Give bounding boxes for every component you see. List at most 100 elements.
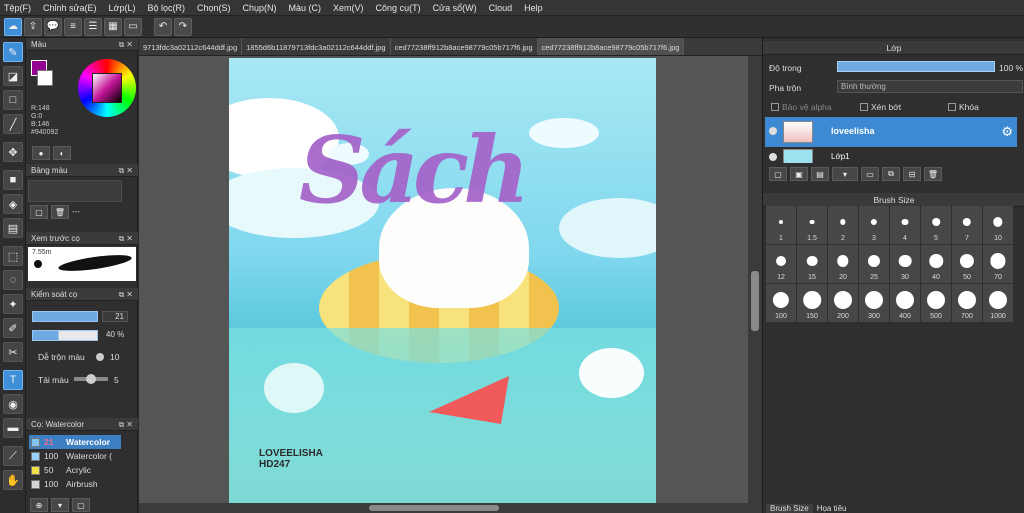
brush-tool-icon[interactable]: ✎ (3, 42, 23, 62)
lock-checkbox[interactable]: Khóa (948, 102, 979, 112)
brush-opacity-slider[interactable] (32, 330, 98, 341)
line-tool-icon[interactable]: ╱ (3, 114, 23, 134)
layer-add-menu-icon[interactable]: ▾ (832, 167, 858, 181)
brush-size-cell[interactable]: 150 (797, 284, 827, 322)
brush-size-cell[interactable]: 100 (766, 284, 796, 322)
bucket-tool-icon[interactable]: ◈ (3, 194, 23, 214)
menu-item[interactable]: Cloud (489, 3, 513, 13)
brush-size-slider[interactable] (32, 311, 98, 322)
brush-size-cell[interactable]: 7 (952, 206, 982, 244)
brush-size-cell[interactable]: 4 (890, 206, 920, 244)
menu-item[interactable]: Lớp(L) (109, 3, 136, 13)
menu-item[interactable]: Help (524, 3, 543, 13)
brush-size-cell[interactable]: 1000 (983, 284, 1013, 322)
gear-icon[interactable]: ⚙ (1001, 124, 1013, 140)
chat-icon[interactable]: 💬 (44, 17, 62, 36)
layer-row[interactable]: Lớp1 (765, 147, 1017, 163)
menu-item[interactable]: Xem(V) (333, 3, 364, 13)
panel-tab[interactable]: Họa tiêu (813, 504, 851, 513)
eye-icon[interactable] (769, 153, 777, 161)
brush-size-cell[interactable]: 70 (983, 245, 1013, 283)
layers-list-icon[interactable]: ☰ (84, 17, 102, 36)
brush-item[interactable]: 100 Watercolor ( (29, 449, 121, 463)
select-eraser-icon[interactable]: ✂ (3, 342, 23, 362)
bucket-alt-icon[interactable]: ◉ (3, 394, 23, 414)
brush-size-cell[interactable]: 500 (921, 284, 951, 322)
folder-icon[interactable]: ▭ (861, 167, 879, 181)
grid-icon[interactable]: ▦ (104, 17, 122, 36)
brush-size-cell[interactable]: 1.5 (797, 206, 827, 244)
menu-item[interactable]: Màu (C) (289, 3, 322, 13)
document-tab[interactable]: ced77238ff912b8ace98779c05b717f6.jpg (537, 38, 685, 55)
brush-size-cell[interactable]: 1 (766, 206, 796, 244)
color-mode-a-icon[interactable]: ● (32, 146, 50, 160)
duplicate-layer-icon[interactable]: ⧉ (882, 167, 900, 181)
brush-item[interactable]: 21 Watercolor (29, 435, 121, 449)
brush-size-cell[interactable]: 5 (921, 206, 951, 244)
palette-area[interactable] (28, 180, 122, 202)
menu-item[interactable]: Chỉnh sửa(E) (43, 3, 97, 13)
brush-item[interactable]: 50 Acrylic (29, 463, 121, 477)
merge-layer-icon[interactable]: ⊟ (903, 167, 921, 181)
text-tool-icon[interactable]: T (3, 370, 23, 390)
document-tab[interactable]: ced77238ff912b8ace98779c05b717f6.jpg (391, 38, 538, 55)
brush-size-cell[interactable]: 40 (921, 245, 951, 283)
menu-item[interactable]: Tệp(F) (4, 3, 31, 13)
color-wheel[interactable] (78, 59, 136, 117)
delete-layer-icon[interactable]: 🗑 (924, 167, 942, 181)
brush-size-cell[interactable]: 30 (890, 245, 920, 283)
brush-size-cell[interactable]: 700 (952, 284, 982, 322)
select-pen-icon[interactable]: ✐ (3, 318, 23, 338)
eye-icon[interactable] (769, 127, 777, 135)
panel-tab[interactable]: Brush Size (766, 504, 813, 513)
brush-copy-icon[interactable]: ▢ (72, 498, 90, 512)
move-tool-icon[interactable]: ✥ (3, 142, 23, 162)
rect-tool-icon[interactable]: □ (3, 90, 23, 110)
eraser-tool-icon[interactable]: ◪ (3, 66, 23, 86)
select-rect-icon[interactable]: ⬚ (3, 246, 23, 266)
undo-icon[interactable]: ↶ (154, 17, 172, 36)
brush-size-value[interactable]: 21 (102, 311, 128, 322)
menu-item[interactable]: Bộ lọc(R) (147, 3, 185, 13)
window-icon[interactable]: ▭ (124, 17, 142, 36)
brush-size-cell[interactable]: 400 (890, 284, 920, 322)
redo-icon[interactable]: ↷ (174, 17, 192, 36)
brush-add-icon[interactable]: ⊕ (30, 498, 48, 512)
document-tab[interactable]: 1855d6b11879713fdc3a02112c644ddf.jpg (242, 38, 391, 55)
layer-row[interactable]: loveelisha ⚙ (765, 117, 1017, 147)
reload-slider[interactable] (74, 374, 108, 384)
menu-item[interactable]: Chụp(N) (243, 3, 277, 13)
brush-item[interactable]: 100 Airbrush (29, 477, 121, 491)
menu-list-icon[interactable]: ≡ (64, 17, 82, 36)
background-color-swatch[interactable] (37, 70, 53, 86)
mix-knob[interactable] (96, 353, 104, 361)
protect-alpha-checkbox[interactable]: Bảo vệ alpha (771, 102, 832, 112)
palette-add-icon[interactable]: ▢ (30, 205, 48, 219)
export-icon[interactable]: ⇪ (24, 17, 42, 36)
blend-mode-select[interactable]: Bình thường (837, 80, 1023, 93)
gradient-tool-icon[interactable]: ▤ (3, 218, 23, 238)
palette-delete-icon[interactable]: 🗑 (51, 205, 69, 219)
clipping-checkbox[interactable]: Xén bớt (860, 102, 901, 112)
layer-opacity-slider[interactable] (837, 61, 995, 72)
magic-wand-icon[interactable]: ✦ (3, 294, 23, 314)
brush-size-cell[interactable]: 300 (859, 284, 889, 322)
brush-size-cell[interactable]: 2 (828, 206, 858, 244)
brush-size-cell[interactable]: 3 (859, 206, 889, 244)
brush-size-cell[interactable]: 50 (952, 245, 982, 283)
canvas[interactable]: Sách LOVEELISHA HD247 (229, 58, 656, 503)
menu-item[interactable]: Công cụ(T) (376, 3, 421, 13)
brush-menu-icon[interactable]: ▾ (51, 498, 69, 512)
vertical-scrollbar[interactable] (748, 56, 762, 513)
new-layer-8bit-icon[interactable]: ▣ (790, 167, 808, 181)
menu-item[interactable]: Chọn(S) (197, 3, 231, 13)
brush-size-cell[interactable]: 10 (983, 206, 1013, 244)
divider-tool-icon[interactable]: ▬ (3, 418, 23, 438)
lasso-tool-icon[interactable]: ◌ (3, 270, 23, 290)
color-mode-b-icon[interactable]: ◐ (53, 146, 71, 160)
fill-rect-icon[interactable]: ■ (3, 170, 23, 190)
brush-size-cell[interactable]: 20 (828, 245, 858, 283)
horizontal-scrollbar[interactable] (139, 503, 748, 513)
new-layer-icon[interactable]: ▢ (769, 167, 787, 181)
document-tab[interactable]: 9713fdc3a02112c644ddf.jpg (139, 38, 243, 55)
